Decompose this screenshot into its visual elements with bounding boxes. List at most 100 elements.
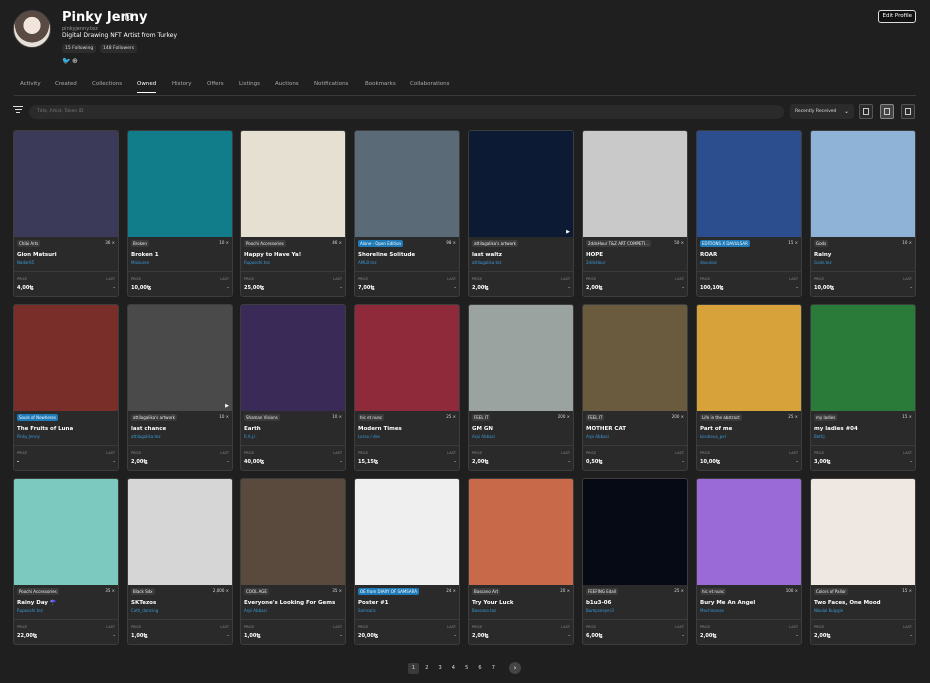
search-input[interactable]: Title, Artist, Token ID: [29, 105, 784, 119]
token-card[interactable]: FEEL IT 200 × GM GN Arpi Abbasi PRICE LAST 2,0…: [468, 304, 574, 471]
token-title[interactable]: Modern Times: [358, 426, 402, 432]
collection-badge[interactable]: FEEL IT: [586, 414, 605, 421]
token-title[interactable]: my ladies #04: [814, 426, 858, 432]
token-card[interactable]: hic et nunc 100 × Bury Me An Angel Machinan…: [696, 478, 802, 645]
collection-badge[interactable]: hic et nunc: [700, 588, 727, 595]
token-title[interactable]: Shoreline Solitude: [358, 252, 415, 258]
artist-link[interactable]: Maizuren: [131, 260, 149, 265]
token-image[interactable]: [355, 131, 459, 237]
token-card[interactable]: 2ddsHour T&Z ART COMPETI... 50 × HOPE 2ddsH…: [582, 130, 688, 297]
tab-history[interactable]: History: [172, 81, 192, 87]
collection-badge[interactable]: Souls of Nowheres: [17, 414, 58, 421]
token-title[interactable]: SKTezos: [131, 600, 156, 606]
page-7-button[interactable]: 7: [488, 663, 499, 674]
collection-badge[interactable]: 2ddsHour T&Z ART COMPETI...: [586, 240, 651, 247]
list-view-button[interactable]: [859, 104, 873, 119]
token-card[interactable]: Chibi Arts 36 × Gion Matsuri Nadar65 PRICE LA…: [13, 130, 119, 297]
token-image[interactable]: [241, 479, 345, 585]
token-card[interactable]: OE from DIARY OF SAMSARA 24 × Poster #1 Sam…: [354, 478, 460, 645]
artist-link[interactable]: Arpi Abbasi: [472, 434, 495, 439]
artist-link[interactable]: Bettij: [814, 434, 825, 439]
token-card[interactable]: COOL AGE 35 × Everyone's Looking For Gems A…: [240, 478, 346, 645]
collection-badge[interactable]: attilagalika's artwork: [131, 414, 177, 421]
token-title[interactable]: Bury Me An Angel: [700, 600, 755, 606]
token-image[interactable]: [128, 131, 232, 237]
token-image[interactable]: [583, 479, 687, 585]
token-image[interactable]: [697, 479, 801, 585]
artist-link[interactable]: kocaleva_pxl: [700, 434, 726, 439]
collection-badge[interactable]: Life in the abstract: [700, 414, 742, 421]
artist-link[interactable]: AMLB.tez: [358, 260, 377, 265]
token-image[interactable]: [469, 479, 573, 585]
token-image[interactable]: [241, 305, 345, 411]
token-image[interactable]: [811, 305, 915, 411]
token-card[interactable]: FEEL IT 200 × MOTHER CAT Arpi Abbasi PRICE LA…: [582, 304, 688, 471]
collection-badge[interactable]: FEEFING Edall: [586, 588, 618, 595]
token-title[interactable]: HOPE: [586, 252, 603, 258]
artist-link[interactable]: Lorax / des: [358, 434, 380, 439]
globe-icon[interactable]: ⊕: [72, 58, 79, 65]
artist-link[interactable]: Machinanas: [700, 608, 724, 613]
token-card[interactable]: Poochi Accessories 35 × Rainy Day ☂️ Rupooc…: [13, 478, 119, 645]
token-title[interactable]: last waltz: [472, 252, 502, 258]
token-title[interactable]: Everyone's Looking For Gems: [244, 600, 335, 606]
token-card[interactable]: Alone - Open Edition 98 × Shoreline Solitu…: [354, 130, 460, 297]
artist-link[interactable]: davulsar: [700, 260, 717, 265]
avatar[interactable]: [13, 10, 51, 48]
tab-collaborations[interactable]: Collaborations: [410, 81, 450, 87]
collection-badge[interactable]: Broken: [131, 240, 149, 247]
collection-badge[interactable]: Colors of Pallor: [814, 588, 848, 595]
token-image[interactable]: [697, 131, 801, 237]
token-title[interactable]: Broken 1: [131, 252, 159, 258]
token-image[interactable]: [241, 131, 345, 237]
artist-link[interactable]: attilagalika.tez: [131, 434, 161, 439]
token-card[interactable]: Souls of Nowheres The Fruits of Luna Pinky…: [13, 304, 119, 471]
artist-link[interactable]: Arpi Abbasi: [244, 608, 267, 613]
following-count[interactable]: 15 Following: [62, 44, 97, 53]
collection-badge[interactable]: COOL AGE: [244, 588, 269, 595]
token-card[interactable]: Poochi Accessories 46 × Happy to Have Ya! R…: [240, 130, 346, 297]
tab-owned[interactable]: Owned: [137, 81, 157, 93]
artist-link[interactable]: Arpi Abbasi: [586, 434, 609, 439]
token-title[interactable]: Rainy: [814, 252, 831, 258]
collection-badge[interactable]: EDITIONS X DAVULSAR: [700, 240, 750, 247]
token-image[interactable]: [811, 479, 915, 585]
gallery-view-button[interactable]: [901, 104, 915, 119]
tab-offers[interactable]: Offers: [207, 81, 224, 87]
collection-badge[interactable]: Shaman Visions: [244, 414, 280, 421]
token-title[interactable]: Part of me: [700, 426, 732, 432]
tab-created[interactable]: Created: [55, 81, 77, 87]
tab-activity[interactable]: Activity: [20, 81, 41, 87]
collection-badge[interactable]: attilagalika's artwork: [472, 240, 518, 247]
collection-badge[interactable]: Alone - Open Edition: [358, 240, 404, 247]
token-card[interactable]: Colors of Pallor 15 × Two Faces, One Mood N…: [810, 478, 916, 645]
tab-notifications[interactable]: Notifications: [314, 81, 348, 87]
token-title[interactable]: last chance: [131, 426, 166, 432]
token-title[interactable]: Earth: [244, 426, 261, 432]
tab-auctions[interactable]: Auctions: [275, 81, 299, 87]
collection-badge[interactable]: Poochi Accessories: [17, 588, 59, 595]
edit-profile-button[interactable]: Edit Profile: [878, 10, 916, 23]
artist-link[interactable]: 2ddsHour: [586, 260, 605, 265]
artist-link[interactable]: Rupoochi.tez: [17, 608, 43, 613]
collection-badge[interactable]: my ladies: [814, 414, 838, 421]
collection-badge[interactable]: Gods: [814, 240, 829, 247]
copy-icon[interactable]: [125, 13, 131, 20]
artist-link[interactable]: Bassano.tez: [472, 608, 496, 613]
token-card[interactable]: my ladies 15 × my ladies #04 Bettij PRICE LAS…: [810, 304, 916, 471]
page-3-button[interactable]: 3: [435, 663, 446, 674]
token-card[interactable]: EDITIONS X DAVULSAR 15 × ROAR davulsar PRICE…: [696, 130, 802, 297]
token-title[interactable]: MOTHER CAT: [586, 426, 626, 432]
token-card[interactable]: Gods 10 × Rainy Gods.tez PRICE LAST 10,00ꜩ -: [810, 130, 916, 297]
token-image[interactable]: [583, 131, 687, 237]
token-title[interactable]: Two Faces, One Mood: [814, 600, 881, 606]
collection-badge[interactable]: Poochi Accessories: [244, 240, 286, 247]
token-card[interactable]: Bassano Art 20 × Try Your Luck Bassano.tez P…: [468, 478, 574, 645]
collection-badge[interactable]: Bassano Art: [472, 588, 501, 595]
artist-link[interactable]: attilagalika.tez: [472, 260, 502, 265]
token-card[interactable]: Broken 10 × Broken 1 Maizuren PRICE LAST 10,00…: [127, 130, 233, 297]
token-image[interactable]: [355, 479, 459, 585]
artist-link[interactable]: Pinky Jenny: [17, 434, 40, 439]
token-title[interactable]: Try Your Luck: [472, 600, 514, 606]
tab-bookmarks[interactable]: Bookmarks: [365, 81, 396, 87]
